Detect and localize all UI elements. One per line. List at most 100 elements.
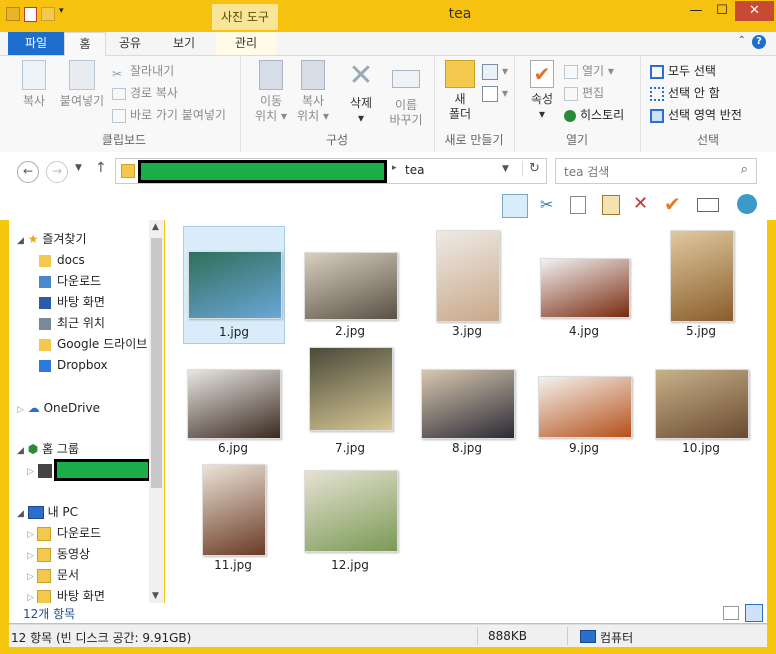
search-box[interactable]: tea 검색 ⌕ [555,158,757,184]
delete-icon[interactable]: ✕ [633,193,648,214]
tab-view[interactable]: 보기 [160,32,208,55]
forward-button[interactable]: → [46,161,68,183]
folder-icon[interactable] [6,7,20,21]
file-item[interactable]: 2.jpg [300,226,400,342]
paste-button[interactable]: 붙여넣기 [56,60,108,109]
file-thumbnail [538,376,632,438]
recent-locations-button[interactable]: ▼ [75,163,82,173]
pc-item[interactable]: ▷ 문서 [27,566,79,584]
file-item[interactable]: 12.jpg [300,460,400,576]
up-button[interactable]: ↑ [95,160,107,176]
file-item[interactable]: 11.jpg [183,460,283,576]
expand-arrow-icon[interactable]: ◢ [17,509,24,519]
tab-manage[interactable]: 관리 [216,32,276,55]
file-item[interactable]: 8.jpg [417,343,517,459]
new-item-button[interactable]: ▾ [482,62,508,80]
help-button[interactable]: ? [752,35,766,49]
chevron-down-icon[interactable]: ▾ [59,6,69,22]
properties-icon[interactable] [24,6,37,22]
file-item[interactable]: 3.jpg [417,226,517,342]
pc-item[interactable]: ▷ 다운로드 [27,524,101,542]
delete-button[interactable]: ✕ 삭제 ▾ [340,60,382,126]
checkmark-icon[interactable]: ✔ [664,192,681,216]
properties-button[interactable]: ✔ 속성 ▾ [522,60,562,122]
copy-to-button[interactable]: 복사 위치 ▾ [292,60,334,124]
pc-item[interactable]: ▷ 바탕 화면 [27,587,105,603]
favorites-item[interactable]: docs [39,251,85,269]
chevron-up-icon[interactable]: ⌃ [738,35,746,46]
tab-share[interactable]: 공유 [108,32,152,55]
invert-selection-button[interactable]: 선택 영역 반전 [650,106,742,124]
collapse-arrow-icon[interactable]: ▷ [27,467,34,477]
homegroup-user[interactable]: ▷ [27,461,52,479]
file-item[interactable]: 7.jpg [300,343,400,459]
collapse-arrow-icon[interactable]: ▷ [27,530,34,540]
pc-item-icon [36,589,51,603]
cut-button[interactable]: ✂ 잘라내기 [112,62,174,81]
tab-home[interactable]: 홈 [64,32,106,57]
move-to-button[interactable]: 이동 위치 ▾ [250,60,292,124]
collapse-arrow-icon[interactable]: ▷ [27,551,34,561]
paste-shortcut-button[interactable]: 바로 가기 붙여넣기 [112,106,226,124]
open-group-label: 열기 [565,133,589,147]
refresh-icon[interactable]: ↻ [522,161,540,176]
collapse-arrow-icon[interactable]: ▷ [27,593,34,603]
file-item[interactable]: 4.jpg [534,226,634,342]
file-item[interactable]: 1.jpg [183,226,285,344]
history-button[interactable]: 히스토리 [564,106,624,124]
file-item[interactable]: 6.jpg [183,343,283,459]
favorites-item[interactable]: 최근 위치 [39,314,105,332]
favorites-item[interactable]: 바탕 화면 [39,293,105,311]
nav-scrollbar-thumb[interactable] [151,238,162,488]
favorites-node[interactable]: ◢ ★ 즐겨찾기 [17,230,87,248]
new-folder-button[interactable]: 새 폴더 [440,60,480,122]
collapse-arrow-icon[interactable]: ▷ [17,405,24,415]
edit-button[interactable]: 편집 [564,84,604,102]
rename-button[interactable]: 이름 바꾸기 [384,60,428,128]
favorites-item[interactable]: 다운로드 [39,272,101,290]
open-button[interactable]: 열기 ▾ [564,62,614,80]
computer-icon [27,506,44,519]
paste-icon[interactable] [602,195,620,215]
file-item[interactable]: 5.jpg [651,226,751,342]
favorites-item[interactable]: Dropbox [39,356,108,374]
file-item[interactable]: 10.jpg [651,343,751,459]
close-button[interactable]: ✕ [735,1,774,21]
back-button[interactable]: ← [17,161,39,183]
scroll-up-icon[interactable]: ▲ [152,222,159,232]
collapse-arrow-icon[interactable]: ▷ [27,572,34,582]
select-all-button[interactable]: 모두 선택 [650,62,716,80]
large-icons-view-icon[interactable] [745,604,763,622]
details-view-icon[interactable] [723,606,739,620]
expand-arrow-icon[interactable]: ◢ [17,236,24,246]
cut-icon[interactable]: ✂ [540,195,553,214]
copy-icon[interactable] [570,196,586,214]
preview-pane-icon[interactable] [502,194,528,218]
new-folder-icon[interactable] [41,7,55,21]
search-icon[interactable]: ⌕ [741,162,748,177]
favorites-item[interactable]: Google 드라이브 [39,335,147,353]
address-bar[interactable]: ▸ tea ▼ ↻ [115,158,547,184]
breadcrumb-current[interactable]: tea [405,163,424,177]
shell-icon[interactable] [737,194,757,214]
onedrive-node[interactable]: ▷ ☁ OneDrive [17,399,100,417]
homegroup-node[interactable]: ◢ ⬢ 홈 그룹 [17,440,79,458]
minimize-button[interactable]: — [683,1,709,21]
maximize-button[interactable]: ☐ [709,1,735,21]
easy-access-button[interactable]: ▾ [482,84,508,102]
rename-icon[interactable] [697,198,719,212]
address-dropdown-icon[interactable]: ▼ [502,164,509,174]
tab-file[interactable]: 파일 [8,32,64,55]
copy-path-button[interactable]: 경로 복사 [112,84,178,102]
move-to-label-1: 이동 [259,94,283,108]
pc-item[interactable]: ▷ 동영상 [27,545,90,563]
select-none-button[interactable]: 선택 안 함 [650,84,720,102]
search-input[interactable]: tea 검색 [564,163,609,180]
copy-button[interactable]: 복사 [14,60,54,109]
this-pc-node[interactable]: ◢ 내 PC [17,503,78,521]
expand-arrow-icon[interactable]: ◢ [17,446,24,456]
file-thumbnail [655,369,749,439]
select-group: 모두 선택 선택 안 함 선택 영역 반전 선택 [640,56,776,152]
scroll-down-icon[interactable]: ▼ [152,591,159,601]
file-item[interactable]: 9.jpg [534,343,634,459]
